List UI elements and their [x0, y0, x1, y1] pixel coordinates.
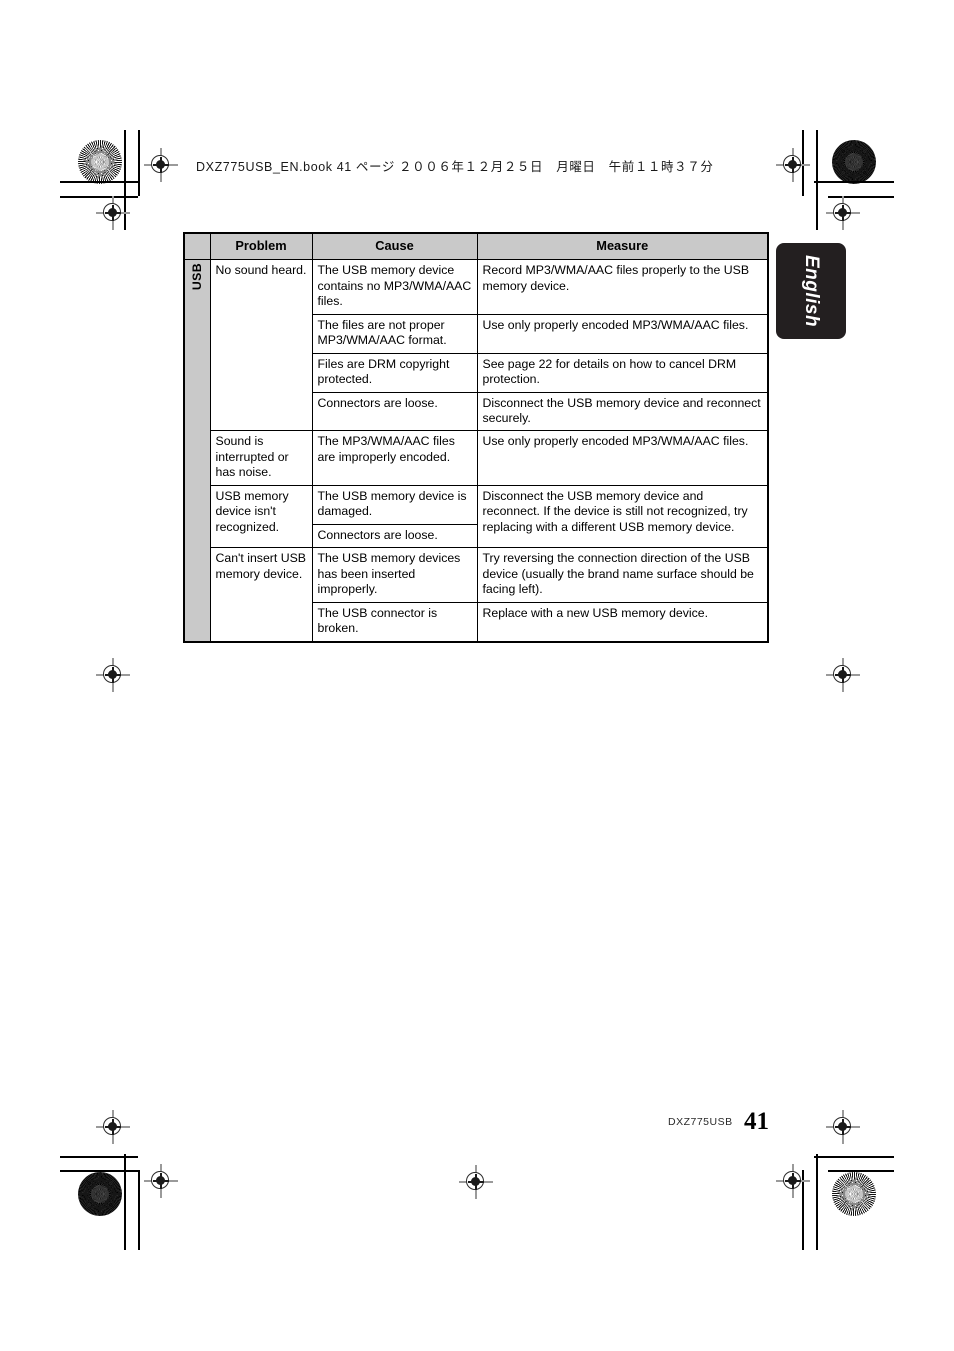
category-label: USB	[190, 263, 204, 291]
registration-target	[459, 1165, 493, 1199]
troubleshooting-table: Problem Cause Measure USB No sound heard…	[183, 232, 769, 643]
footer-model-name: DXZ775USB	[668, 1116, 733, 1128]
column-header-category	[183, 232, 211, 261]
cell-cause: The MP3/WMA/AAC files are improperly enc…	[311, 430, 478, 486]
crop-mark-line	[814, 181, 894, 183]
registration-target	[826, 196, 860, 230]
page-number: 41	[744, 1108, 769, 1135]
language-tab-label: English	[801, 254, 822, 328]
crop-mark-line	[60, 1156, 138, 1158]
cell-measure: Use only properly encoded MP3/WMA/AAC fi…	[476, 313, 769, 354]
crop-mark-line	[60, 181, 138, 183]
registration-target	[776, 1164, 810, 1198]
troubleshooting-table-wrapper: Problem Cause Measure USB No sound heard…	[183, 232, 769, 643]
registration-target	[144, 1164, 178, 1198]
table-row: Sound is interrupted or has noise. The M…	[184, 430, 769, 486]
file-header-line: DXZ775USB_EN.book 41 ページ ２００６年１２月２５日 月曜日…	[196, 160, 714, 174]
table-row: Can't insert USB memory device. The USB …	[184, 547, 769, 643]
cell-cause: The USB memory device contains no MP3/WM…	[311, 259, 478, 315]
registration-target	[826, 1110, 860, 1144]
rosette-mark-top-left	[78, 140, 122, 184]
cell-cause: The files are not proper MP3/WMA/AAC for…	[311, 313, 478, 354]
registration-target	[96, 196, 130, 230]
cell-problem: Sound is interrupted or has noise.	[209, 430, 313, 486]
registration-target	[826, 658, 860, 692]
rosette-mark-top-right	[832, 140, 876, 184]
column-header-cause: Cause	[311, 232, 478, 261]
table-header-row: Problem Cause Measure	[183, 232, 769, 261]
registration-target	[776, 148, 810, 182]
cell-cause: Files are DRM copyright protected.	[311, 352, 478, 393]
table-row: USB memory device isn't recognized. The …	[184, 484, 769, 549]
crop-mark-line	[816, 1154, 818, 1250]
crop-mark-line	[60, 1170, 138, 1172]
cell-cause: The USB memory device is damaged.	[311, 484, 478, 525]
registration-target	[96, 658, 130, 692]
crop-mark-line	[814, 1156, 894, 1158]
cell-problem: No sound heard.	[209, 259, 313, 432]
cell-cause: The USB memory devices has been inserted…	[311, 547, 478, 603]
cell-measure: Disconnect the USB memory device and rec…	[476, 391, 769, 432]
cell-measure: Try reversing the connection direction o…	[476, 547, 769, 603]
registration-target	[144, 148, 178, 182]
crop-mark-line	[816, 130, 818, 230]
column-header-problem: Problem	[209, 232, 313, 261]
rosette-mark-bottom-left	[78, 1172, 122, 1216]
cell-cause: The USB connector is broken.	[311, 601, 478, 643]
crop-mark-line	[828, 1170, 894, 1172]
cell-cause: Connectors are loose.	[311, 523, 478, 549]
crop-mark-line	[138, 130, 140, 196]
language-tab-english: English	[776, 243, 846, 339]
table-row: USB No sound heard. The USB memory devic…	[183, 259, 769, 643]
crop-mark-line	[138, 1170, 140, 1250]
cell-measure: Replace with a new USB memory device.	[476, 601, 769, 643]
cell-measure: Use only properly encoded MP3/WMA/AAC fi…	[476, 430, 769, 486]
cell-measure: Record MP3/WMA/AAC files properly to the…	[476, 259, 769, 315]
cell-problem: Can't insert USB memory device.	[209, 547, 313, 643]
rosette-mark-bottom-right	[832, 1172, 876, 1216]
crop-mark-line	[124, 1154, 126, 1250]
cell-measure: Disconnect the USB memory device and rec…	[476, 484, 769, 549]
registration-target	[96, 1110, 130, 1144]
column-header-measure: Measure	[476, 232, 769, 261]
cell-problem: USB memory device isn't recognized.	[209, 484, 313, 549]
cell-measure: See page 22 for details on how to cancel…	[476, 352, 769, 393]
cell-cause: Connectors are loose.	[311, 391, 478, 432]
category-cell-usb: USB	[183, 259, 211, 643]
